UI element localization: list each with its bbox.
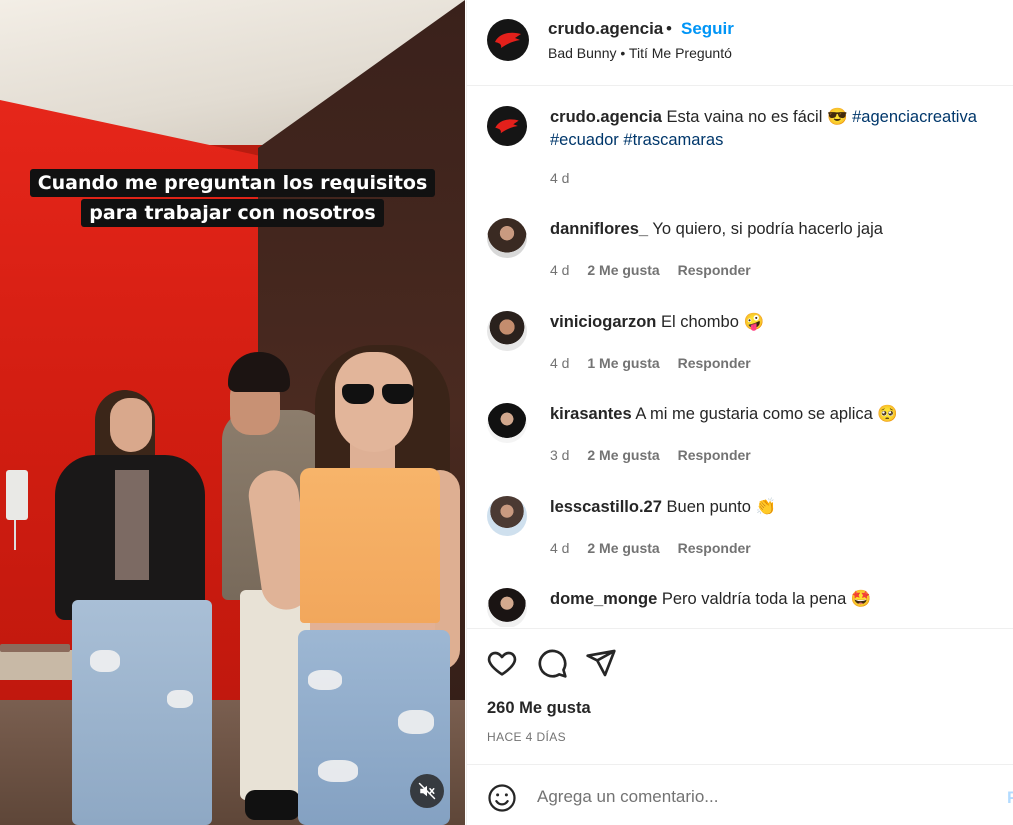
comment-body: Pero valdría toda la pena 🤩 <box>661 590 872 608</box>
reply-button[interactable]: Responder <box>678 447 751 463</box>
avatar[interactable] <box>487 496 527 536</box>
video-frame-intercom <box>6 470 28 550</box>
comment-text: dome_monge Pero valdría toda la pena 🤩 <box>550 588 995 611</box>
hashtag-link[interactable]: #ecuador <box>550 131 619 149</box>
video-player[interactable]: Cuando me preguntan los requisitos para … <box>0 0 465 825</box>
mute-button[interactable] <box>410 774 444 808</box>
video-person-right-top <box>300 468 440 623</box>
caption-time[interactable]: 4 d <box>550 170 569 186</box>
avatar[interactable] <box>487 106 527 146</box>
comment-icon[interactable] <box>536 647 568 679</box>
comment-body: Yo quiero, si podría hacerlo jaja <box>652 220 883 238</box>
video-caption-line: para trabajar con nosotros <box>81 199 384 227</box>
add-comment-bar: P <box>467 764 1013 825</box>
emoji-icon[interactable] <box>487 783 517 813</box>
post-actions: 260 Me gusta HACE 4 DÍAS <box>467 628 1013 763</box>
comment-body: A mi me gustaria como se aplica 🥺 <box>635 405 898 423</box>
avatar[interactable] <box>487 588 527 627</box>
comment-input[interactable] <box>537 783 977 811</box>
avatar[interactable] <box>487 218 527 258</box>
comment-username[interactable]: kirasantes <box>550 405 632 423</box>
brand-logo-icon <box>495 119 519 134</box>
video-person-left-shirt <box>115 470 149 580</box>
post-timestamp[interactable]: HACE 4 DÍAS <box>487 730 566 744</box>
comment-time[interactable]: 4 d <box>550 355 569 371</box>
comment-time[interactable]: 3 d <box>550 447 569 463</box>
comment-time[interactable]: 4 d <box>550 540 569 556</box>
comment-meta: 4 d 2 Me gusta Responder <box>550 540 765 556</box>
comment-body: Buen punto 👏 <box>666 498 777 516</box>
comment-username[interactable]: dome_monge <box>550 590 657 608</box>
reply-button[interactable]: Responder <box>678 540 751 556</box>
avatar[interactable] <box>487 311 527 351</box>
reply-button[interactable]: Responder <box>678 355 751 371</box>
caption-text: crudo.agencia Esta vaina no es fácil 😎 #… <box>550 106 995 152</box>
reply-button[interactable]: Responder <box>678 262 751 278</box>
comment-username[interactable]: danniflores_ <box>550 220 648 238</box>
caption-body: Esta vaina no es fácil 😎 <box>666 108 848 126</box>
heart-icon[interactable] <box>486 647 518 679</box>
comment-text: viniciogarzon El chombo 🤪 <box>550 311 995 334</box>
post-header: crudo.agencia • Seguir Bad Bunny • Tití … <box>467 0 1013 86</box>
header-separator: • <box>666 19 672 38</box>
comment-text: danniflores_ Yo quiero, si podría hacerl… <box>550 218 995 241</box>
video-caption-line: Cuando me preguntan los requisitos <box>29 169 436 197</box>
follow-button[interactable]: Seguir <box>681 19 734 39</box>
comment-likes[interactable]: 2 Me gusta <box>587 540 659 556</box>
video-caption: Cuando me preguntan los requisitos para … <box>0 168 465 228</box>
comment-username[interactable]: viniciogarzon <box>550 313 656 331</box>
header-username[interactable]: crudo.agencia <box>548 19 663 39</box>
caption-username[interactable]: crudo.agencia <box>550 108 662 126</box>
avatar[interactable] <box>487 19 529 61</box>
share-icon[interactable] <box>585 647 617 679</box>
video-person-middle-shoe <box>245 790 300 820</box>
caption-meta: 4 d <box>550 170 583 186</box>
speaker-muted-icon <box>418 782 436 800</box>
comment-body: El chombo 🤪 <box>660 313 765 331</box>
brand-logo-icon <box>495 32 521 48</box>
comment-likes[interactable]: 2 Me gusta <box>587 447 659 463</box>
comment-text: kirasantes A mi me gustaria como se apli… <box>550 403 995 426</box>
comment-time[interactable]: 4 d <box>550 262 569 278</box>
post-panel: crudo.agencia • Seguir Bad Bunny • Tití … <box>466 0 1013 825</box>
publish-button[interactable]: P <box>1007 788 1013 808</box>
hashtag-link[interactable]: #trascamaras <box>623 131 723 149</box>
video-person-right-sunglasses <box>342 384 414 406</box>
comment-likes[interactable]: 2 Me gusta <box>587 262 659 278</box>
comment-meta: 4 d 1 Me gusta Responder <box>550 355 765 371</box>
comment-likes[interactable]: 1 Me gusta <box>587 355 659 371</box>
video-person-left-jeans <box>72 600 212 825</box>
video-frame-shelf <box>0 644 72 680</box>
hashtag-link[interactable]: #agenciacreativa <box>852 108 977 126</box>
comment-meta: 3 d 2 Me gusta Responder <box>550 447 765 463</box>
comment-meta: 4 d 2 Me gusta Responder <box>550 262 765 278</box>
comment-text: lesscastillo.27 Buen punto 👏 <box>550 496 995 519</box>
comments-list[interactable]: crudo.agencia Esta vaina no es fácil 😎 #… <box>467 87 1013 627</box>
video-person-left-face <box>110 398 152 452</box>
avatar[interactable] <box>487 403 527 443</box>
likes-count[interactable]: 260 Me gusta <box>487 699 591 718</box>
comment-username[interactable]: lesscastillo.27 <box>550 498 662 516</box>
audio-track-link[interactable]: Bad Bunny • Tití Me Preguntó <box>548 45 732 61</box>
